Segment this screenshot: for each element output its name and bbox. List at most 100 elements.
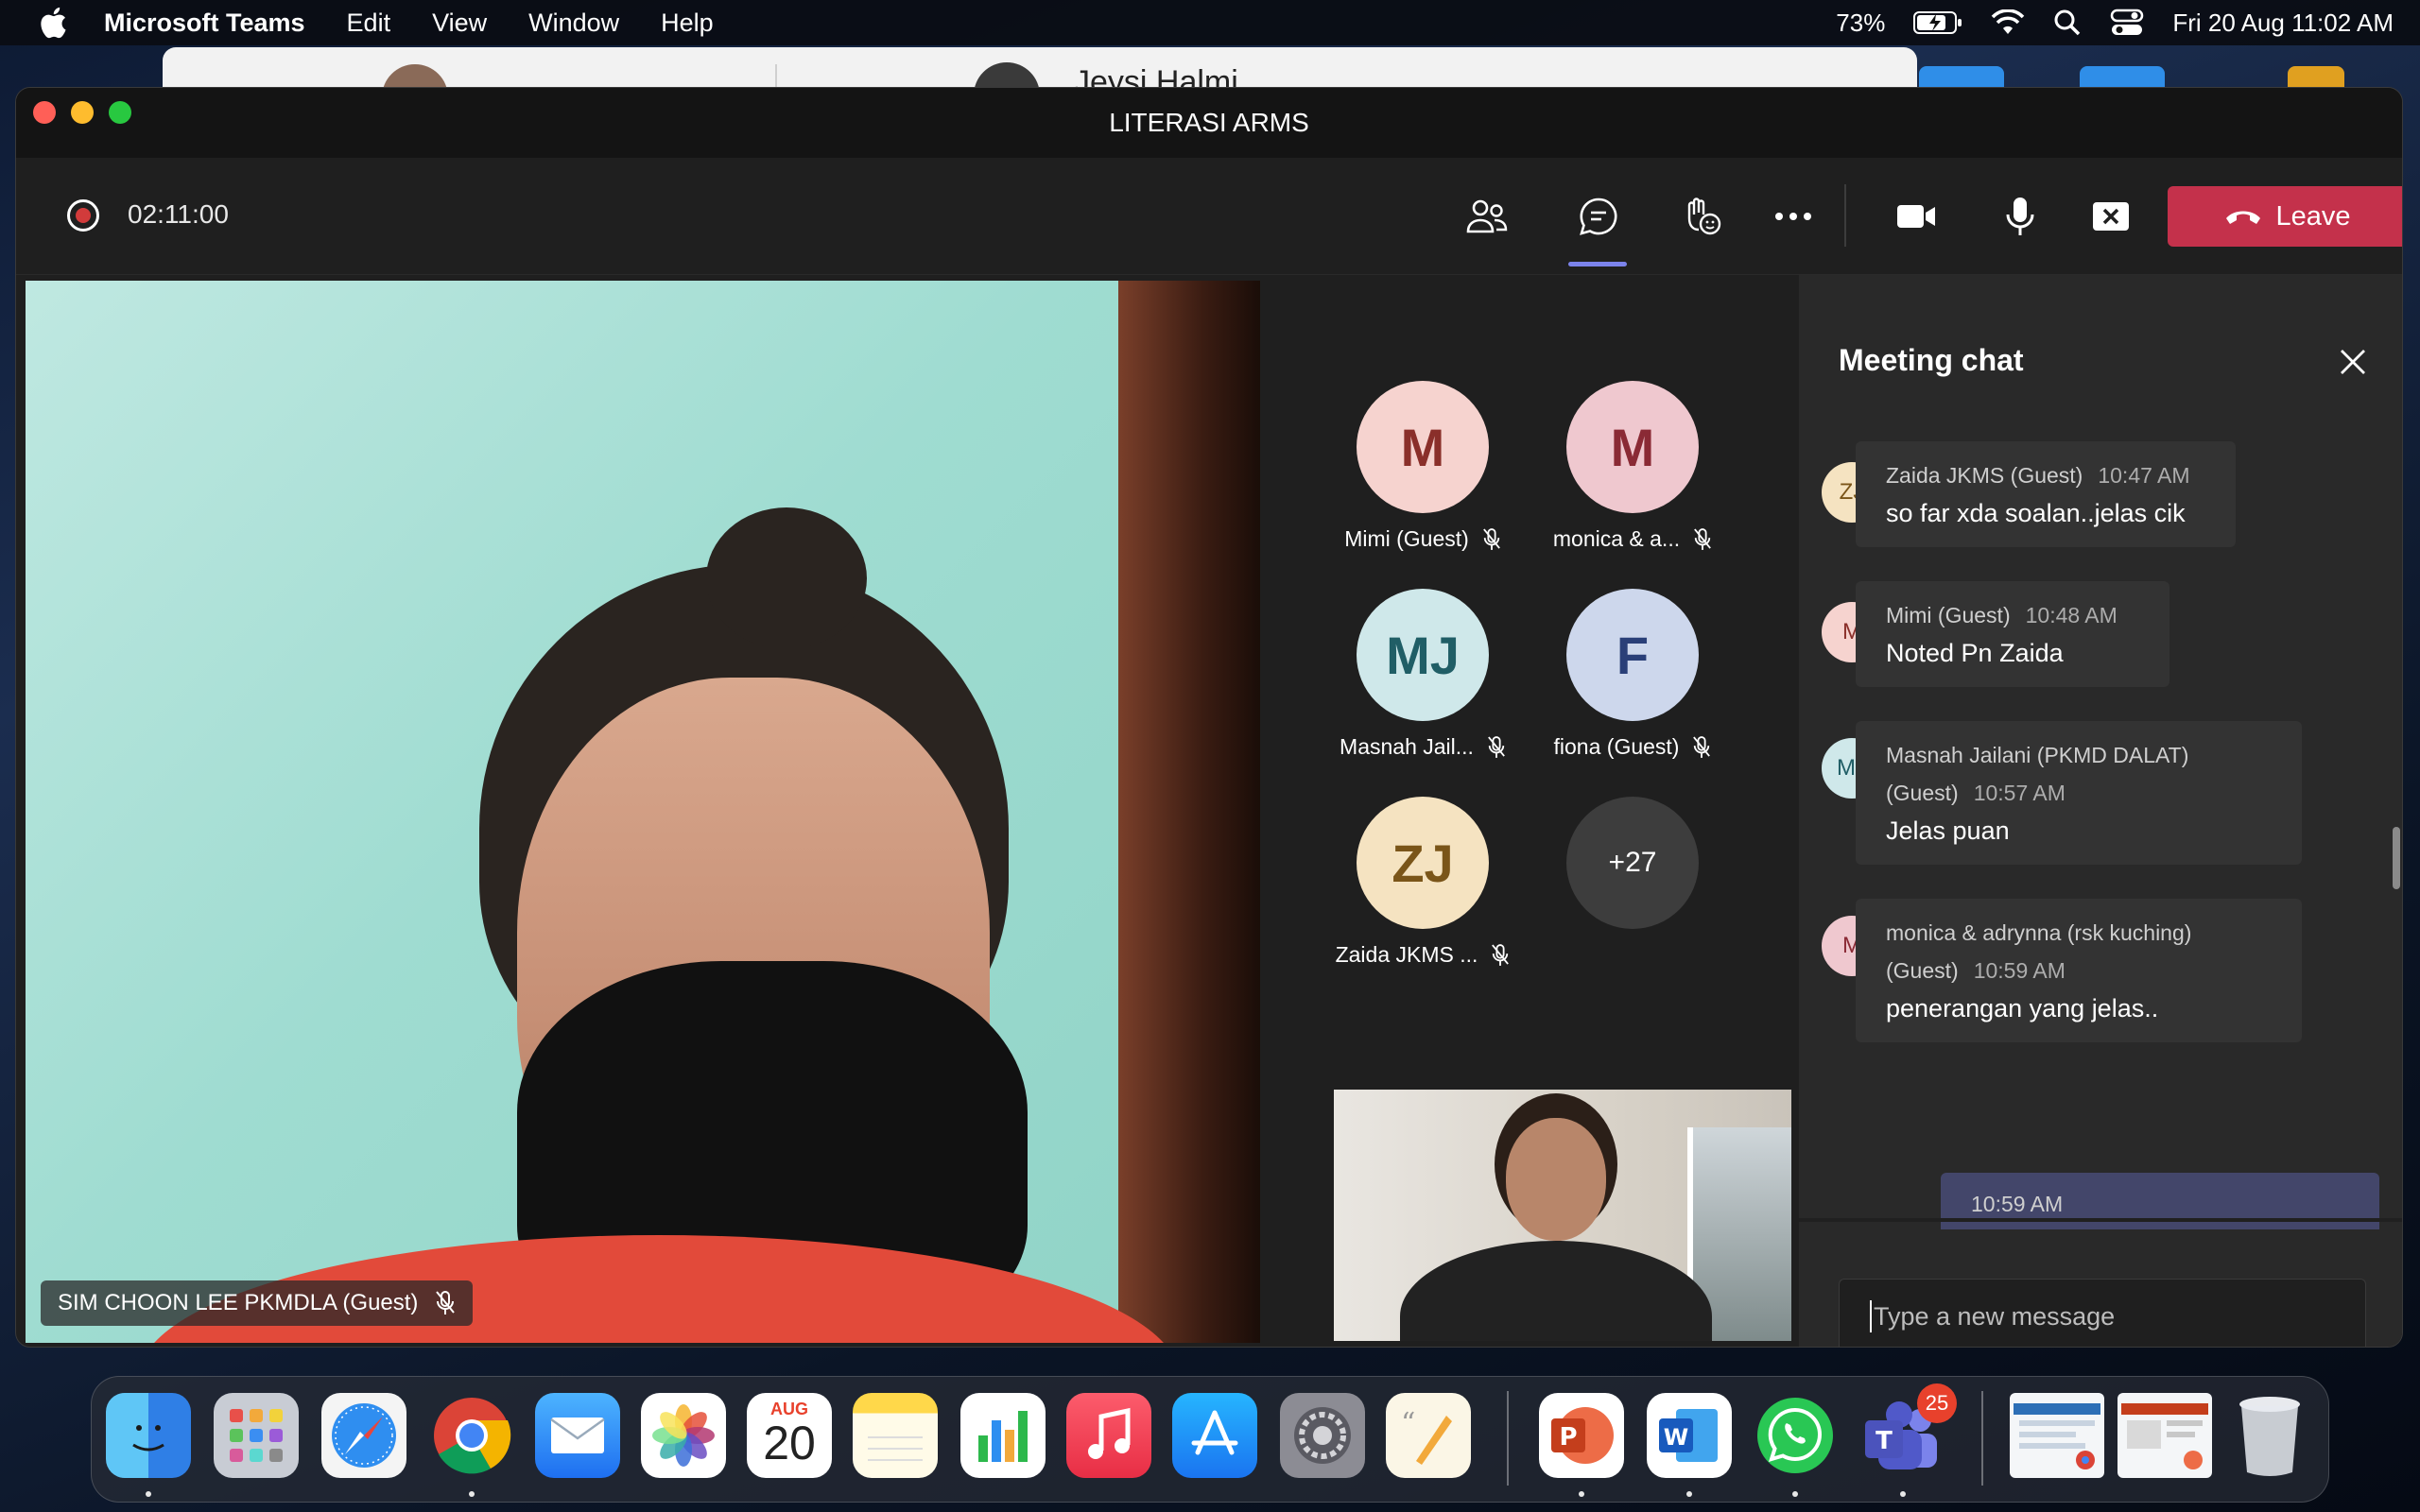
main-speaker-video[interactable]: SIM CHOON LEE PKMDLA (Guest): [26, 281, 1260, 1343]
calendar-app-icon[interactable]: AUG 20: [747, 1393, 832, 1478]
menu-clock[interactable]: Fri 20 Aug 11:02 AM: [2172, 9, 2394, 38]
overflow-participants-button[interactable]: +27: [1529, 797, 1737, 929]
participant-tile[interactable]: ZJ Zaida JKMS ...: [1319, 797, 1527, 968]
finder-face-icon: [132, 1425, 164, 1452]
close-window-button[interactable]: [33, 101, 56, 124]
message-sender: (Guest): [1886, 781, 1959, 805]
chat-message[interactable]: monica & adrynna (rsk kuching) (Guest) 10…: [1856, 899, 2302, 1042]
participant-tile[interactable]: MJ Masnah Jail...: [1319, 589, 1527, 760]
system-preferences-icon[interactable]: [1280, 1393, 1365, 1478]
reactions-button[interactable]: [1672, 186, 1733, 247]
participant-avatar: ZJ: [1357, 797, 1489, 929]
participant-name: monica & a...: [1552, 526, 1681, 551]
word-app-icon[interactable]: W: [1647, 1393, 1732, 1478]
trash-icon[interactable]: [2227, 1393, 2312, 1478]
menu-help[interactable]: Help: [661, 9, 714, 38]
mac-menu-bar: Microsoft Teams Edit View Window Help 73…: [0, 0, 2420, 45]
bar-chart-icon: [978, 1411, 1028, 1462]
music-note-icon: [1088, 1407, 1131, 1459]
window-thumbnail-icon: [2121, 1403, 2208, 1469]
chat-message[interactable]: Zaida JKMS (Guest) 10:47 AM so far xda so…: [1856, 441, 2236, 547]
message-sender: Masnah Jailani (PKMD DALAT): [1886, 743, 2189, 767]
chrome-app-icon[interactable]: [429, 1393, 514, 1478]
menu-app-name[interactable]: Microsoft Teams: [104, 9, 305, 38]
message-meta: Masnah Jailani (PKMD DALAT): [1886, 736, 2272, 774]
mic-muted-icon: [1492, 943, 1510, 966]
chat-message[interactable]: Mimi (Guest) 10:48 AM Noted Pn Zaida: [1856, 581, 2169, 687]
avatar-initials: MJ: [1386, 625, 1460, 685]
numbers-app-icon[interactable]: [960, 1393, 1046, 1478]
participant-name: Zaida JKMS ...: [1335, 942, 1478, 967]
running-indicator: [469, 1491, 475, 1497]
whatsapp-app-icon[interactable]: [1753, 1393, 1838, 1478]
safari-app-icon[interactable]: [321, 1393, 406, 1478]
running-indicator: [1900, 1491, 1906, 1497]
chat-toggle-button[interactable]: [1568, 186, 1629, 247]
participants-button[interactable]: [1457, 186, 1517, 247]
music-app-icon[interactable]: [1066, 1393, 1151, 1478]
message-text: Noted Pn Zaida: [1886, 639, 2064, 667]
stop-share-button[interactable]: [2081, 186, 2141, 247]
menu-edit[interactable]: Edit: [347, 9, 391, 38]
close-icon[interactable]: [2334, 343, 2372, 381]
app-store-icon[interactable]: [1172, 1393, 1257, 1478]
running-indicator: [146, 1491, 151, 1497]
chat-message[interactable]: Masnah Jailani (PKMD DALAT) (Guest) 10:57…: [1856, 721, 2302, 865]
zoom-window-button[interactable]: [109, 101, 131, 124]
powerpoint-app-icon[interactable]: P: [1539, 1393, 1624, 1478]
participant-tile[interactable]: F fiona (Guest): [1529, 589, 1737, 760]
message-time: 10:59 AM: [1971, 1192, 2064, 1216]
participant-tile[interactable]: M monica & a...: [1529, 381, 1737, 552]
video-person: [1400, 1241, 1712, 1341]
participant-tile[interactable]: M Mimi (Guest): [1319, 381, 1527, 552]
mic-muted-icon: [436, 1291, 456, 1314]
launchpad-app-icon[interactable]: [214, 1393, 299, 1478]
compose-message-input[interactable]: Type a new message: [1839, 1279, 2366, 1347]
photos-app-icon[interactable]: [641, 1393, 726, 1478]
teams-letter: T: [1876, 1427, 1893, 1455]
minimized-window-thumbnail[interactable]: [2010, 1393, 2104, 1478]
notes-app-icon[interactable]: [853, 1393, 938, 1478]
minimized-window-thumbnail[interactable]: [2118, 1393, 2212, 1478]
control-center-icon[interactable]: [2110, 9, 2144, 37]
minimize-window-button[interactable]: [71, 101, 94, 124]
video-person: [1506, 1118, 1606, 1241]
launchpad-grid-icon: [230, 1409, 283, 1462]
message-sender: Zaida JKMS (Guest): [1886, 463, 2083, 488]
people-icon: [1466, 199, 1508, 233]
participant-label-row: Zaida JKMS ...: [1319, 942, 1527, 968]
calendar-day: 20: [763, 1416, 816, 1469]
battery-icon[interactable]: [1913, 10, 1962, 35]
participant-name: Masnah Jail...: [1340, 734, 1474, 759]
mail-app-icon[interactable]: [535, 1393, 620, 1478]
avatar-initials: M: [1400, 417, 1445, 477]
avatar-initials: M: [1610, 417, 1655, 477]
mic-muted-icon: [1693, 735, 1711, 758]
stop-share-icon: [2093, 202, 2129, 231]
finder-app-icon[interactable]: [106, 1393, 191, 1478]
self-video-preview[interactable]: [1334, 1090, 1791, 1341]
message-sender: monica & adrynna (rsk kuching): [1886, 920, 2192, 945]
notes-lines-icon: [868, 1436, 923, 1461]
chat-scrollbar[interactable]: [2393, 827, 2400, 889]
apple-icon[interactable]: [36, 4, 74, 42]
spotlight-search-icon[interactable]: [2053, 9, 2082, 37]
word-letter: W: [1664, 1424, 1688, 1451]
leave-button[interactable]: Leave: [2168, 186, 2402, 247]
wifi-icon[interactable]: [1991, 9, 2025, 36]
menu-view[interactable]: View: [432, 9, 487, 38]
ppt-letter: P: [1559, 1423, 1577, 1452]
more-actions-button[interactable]: [1763, 186, 1824, 247]
running-indicator: [1579, 1491, 1584, 1497]
microphone-button[interactable]: [1990, 186, 2050, 247]
menu-window[interactable]: Window: [528, 9, 619, 38]
pages-app-icon[interactable]: “: [1386, 1393, 1471, 1478]
dock-separator: [1981, 1391, 1983, 1486]
camera-button[interactable]: [1886, 186, 1946, 247]
powerpoint-icon: P: [1551, 1407, 1614, 1464]
participant-label-row: Mimi (Guest): [1319, 526, 1527, 552]
photos-flower-icon: [652, 1404, 715, 1467]
gear-icon: [1294, 1407, 1351, 1464]
whatsapp-icon: [1757, 1398, 1833, 1473]
svg-text:“: “: [1401, 1407, 1415, 1440]
